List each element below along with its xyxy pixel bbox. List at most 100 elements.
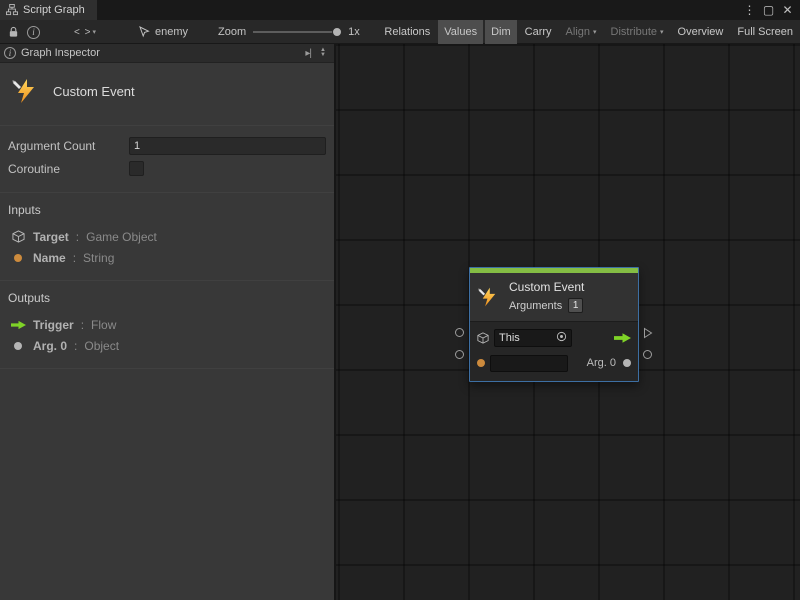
port-row-trigger: Trigger : Flow bbox=[8, 314, 326, 335]
button-label: Full Screen bbox=[737, 26, 793, 38]
port-type: Game Object bbox=[86, 230, 157, 244]
titlebar: Script Graph ⋮ ▢ ✕ bbox=[0, 0, 800, 20]
input-port-name[interactable] bbox=[455, 350, 464, 359]
chevron-down-icon: ▾ bbox=[593, 28, 597, 36]
maximize-button[interactable]: ▢ bbox=[760, 1, 777, 19]
lock-icon[interactable] bbox=[3, 22, 23, 42]
graph-breadcrumb[interactable]: enemy bbox=[138, 20, 188, 44]
outputs-title: Outputs bbox=[8, 291, 326, 305]
close-button[interactable]: ✕ bbox=[779, 1, 796, 19]
toolbar: i < > ▾ enemy Zoom 1x Relations bbox=[0, 20, 800, 44]
argument-count-input[interactable] bbox=[129, 137, 326, 155]
button-label: Overview bbox=[678, 26, 724, 38]
event-header-block: Custom Event bbox=[0, 63, 334, 125]
port-name: Target bbox=[33, 230, 69, 244]
graph-canvas[interactable]: Custom Event Arguments 1 This bbox=[336, 44, 800, 600]
dim-button[interactable]: Dim bbox=[485, 20, 517, 44]
arg0-label: Arg. 0 bbox=[587, 357, 616, 369]
port-separator: : bbox=[76, 230, 79, 244]
inspector-title: Graph Inspector bbox=[21, 47, 100, 59]
chevron-down-icon: ▾ bbox=[660, 28, 664, 36]
arguments-label: Arguments bbox=[509, 300, 562, 312]
window-menu-button[interactable]: ⋮ bbox=[741, 1, 758, 19]
port-type: Object bbox=[84, 339, 119, 353]
this-object-dropdown[interactable]: This bbox=[494, 329, 572, 347]
event-title: Custom Event bbox=[53, 84, 135, 99]
flow-arrow-icon bbox=[10, 320, 26, 330]
align-button[interactable]: Align ▾ bbox=[560, 20, 603, 44]
carry-button[interactable]: Carry bbox=[519, 20, 558, 44]
port-row-name: Name : String bbox=[8, 247, 326, 268]
trigger-flow-icon[interactable] bbox=[614, 333, 631, 343]
pointer-icon bbox=[138, 26, 150, 38]
values-button[interactable]: Values bbox=[438, 20, 483, 44]
event-name-input[interactable] bbox=[490, 355, 568, 372]
cube-icon bbox=[477, 332, 489, 344]
this-value: This bbox=[499, 332, 520, 344]
window-controls: ⋮ ▢ ✕ bbox=[741, 0, 800, 20]
arguments-count-field[interactable]: 1 bbox=[568, 298, 583, 313]
overview-button[interactable]: Overview bbox=[672, 20, 730, 44]
port-name: Arg. 0 bbox=[33, 339, 67, 353]
zoom-slider[interactable] bbox=[253, 26, 341, 38]
node-title: Custom Event bbox=[509, 280, 584, 294]
info-icon[interactable]: i bbox=[27, 26, 40, 39]
gray-dot-icon bbox=[10, 342, 26, 350]
button-label: Align bbox=[566, 26, 590, 38]
zoom-control: Zoom 1x bbox=[218, 20, 360, 44]
button-label: Distribute bbox=[611, 26, 657, 38]
port-type: String bbox=[83, 251, 114, 265]
orange-dot-icon bbox=[10, 254, 26, 262]
inputs-title: Inputs bbox=[8, 203, 326, 217]
code-icon: < > bbox=[74, 27, 91, 38]
fullscreen-button[interactable]: Full Screen bbox=[731, 20, 799, 44]
inputs-section: Inputs Target : Game Object Name : Strin… bbox=[0, 193, 334, 280]
code-view-button[interactable]: < > ▾ bbox=[74, 22, 96, 42]
port-row-arg0: Arg. 0 : Object bbox=[8, 335, 326, 356]
port-name: Name bbox=[33, 251, 66, 265]
name-input-port-icon[interactable] bbox=[477, 359, 485, 367]
button-label: Relations bbox=[384, 26, 430, 38]
node-body: This bbox=[470, 321, 638, 381]
inspector-header: i Graph Inspector ▸| ▲ ▼ bbox=[0, 44, 334, 63]
graph-inspector-panel: i Graph Inspector ▸| ▲ ▼ Custom Event bbox=[0, 44, 336, 600]
arg0-output-port-icon[interactable] bbox=[623, 359, 631, 367]
custom-event-icon bbox=[12, 77, 40, 105]
coroutine-row: Coroutine bbox=[8, 157, 326, 180]
coroutine-label: Coroutine bbox=[8, 162, 129, 176]
node-header-text: Custom Event Arguments 1 bbox=[509, 280, 584, 313]
graph-name-label: enemy bbox=[155, 26, 188, 38]
event-fields: Argument Count Coroutine bbox=[0, 126, 334, 192]
node-row-arg0: Arg. 0 bbox=[477, 353, 631, 373]
node-header[interactable]: Custom Event Arguments 1 bbox=[470, 273, 638, 321]
port-row-target: Target : Game Object bbox=[8, 226, 326, 247]
distribute-button[interactable]: Distribute ▾ bbox=[605, 20, 670, 44]
button-label: Dim bbox=[491, 26, 511, 38]
zoom-slider-knob[interactable] bbox=[332, 27, 342, 37]
scroll-arrows[interactable]: ▲ ▼ bbox=[316, 48, 330, 58]
node-row-this: This bbox=[477, 328, 631, 348]
tab-title: Script Graph bbox=[23, 4, 85, 16]
tab-script-graph[interactable]: Script Graph bbox=[0, 0, 97, 20]
port-separator: : bbox=[74, 339, 77, 353]
object-picker-icon[interactable] bbox=[556, 331, 567, 345]
toolbar-icon-group: i < > ▾ bbox=[3, 20, 96, 44]
port-separator: : bbox=[81, 318, 84, 332]
dock-icon[interactable]: ▸| bbox=[305, 48, 311, 59]
divider bbox=[0, 368, 334, 369]
cube-icon bbox=[10, 230, 26, 243]
custom-event-icon bbox=[478, 286, 500, 308]
unity-script-graph-window: Script Graph ⋮ ▢ ✕ i < > ▾ bbox=[0, 0, 800, 600]
custom-event-node[interactable]: Custom Event Arguments 1 This bbox=[469, 267, 639, 382]
coroutine-checkbox[interactable] bbox=[129, 161, 144, 176]
toolbar-button-group: Relations Values Dim Carry Align ▾ Distr… bbox=[378, 20, 799, 44]
output-port-trigger[interactable] bbox=[643, 327, 653, 339]
input-port-this[interactable] bbox=[455, 328, 464, 337]
zoom-slider-track[interactable] bbox=[253, 31, 341, 33]
scroll-down-icon[interactable]: ▼ bbox=[320, 53, 326, 58]
output-port-arg0[interactable] bbox=[643, 350, 652, 359]
outputs-section: Outputs Trigger : Flow Arg. 0 : Object bbox=[0, 281, 334, 368]
node-arguments-row: Arguments 1 bbox=[509, 298, 584, 313]
relations-button[interactable]: Relations bbox=[378, 20, 436, 44]
port-separator: : bbox=[73, 251, 76, 265]
